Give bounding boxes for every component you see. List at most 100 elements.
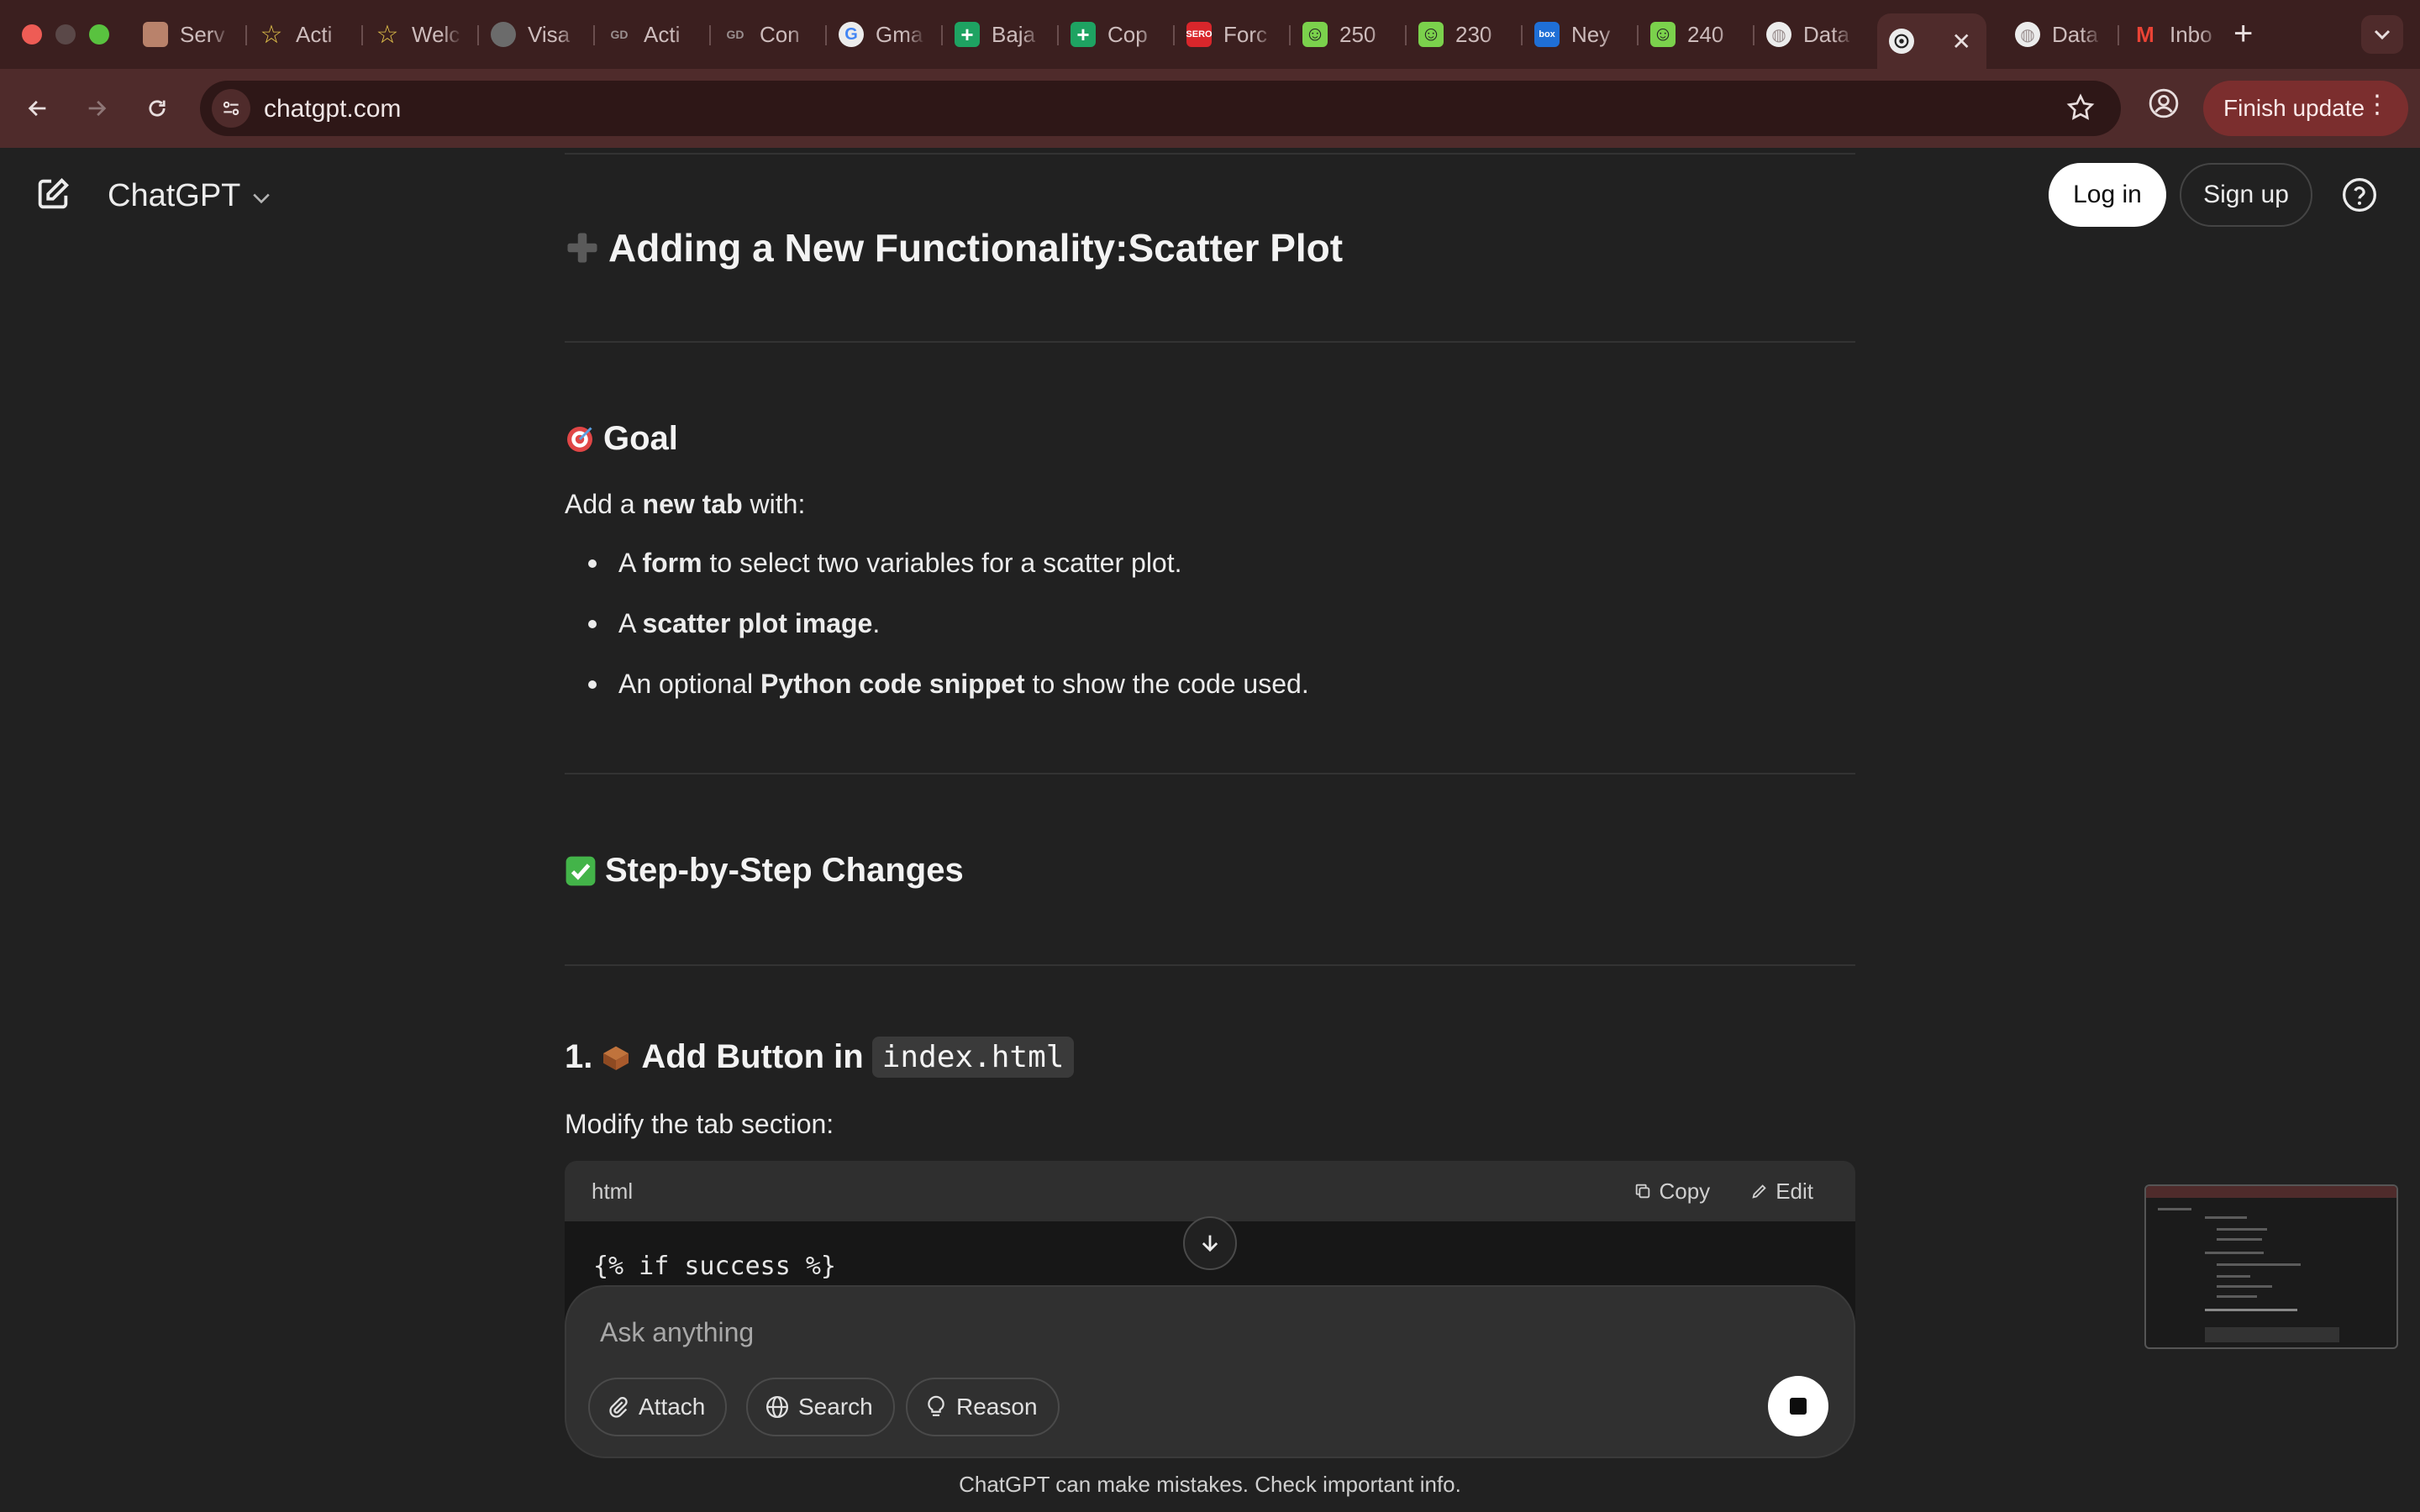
smiley-icon: ☺ <box>1650 22 1676 47</box>
tab-search-button[interactable] <box>2361 15 2403 54</box>
text: to show the code used. <box>1024 669 1309 699</box>
browser-tab[interactable]: M Inbo <box>2121 13 2237 55</box>
browser-tab[interactable]: Visa <box>479 13 595 55</box>
prompt-input[interactable]: Ask anything <box>600 1317 754 1348</box>
bold-text: scatter plot image <box>642 608 873 638</box>
model-selector[interactable]: ChatGPT <box>108 178 271 214</box>
thumbnail-line <box>2217 1238 2262 1241</box>
thumbnail-line <box>2205 1216 2247 1219</box>
reload-icon <box>149 100 166 117</box>
thumbnail-tab-strip <box>2146 1186 2396 1198</box>
window-thumbnail[interactable] <box>2144 1184 2398 1349</box>
star-icon: ☆ <box>260 20 283 49</box>
doc-icon <box>143 22 168 47</box>
attach-button[interactable]: Attach <box>588 1378 728 1436</box>
section-heading-text: Adding a New Functionality: <box>608 226 1128 270</box>
sign-up-button[interactable]: Sign up <box>2180 163 2312 227</box>
browser-tab[interactable]: ◍ Data <box>1754 13 1870 55</box>
smiley-icon: ☺ <box>1418 22 1444 47</box>
paperclip-icon <box>609 1397 628 1418</box>
step-heading-text: Add Button in <box>641 1038 864 1075</box>
inline-code: index.html <box>871 1037 1075 1078</box>
url-text[interactable]: chatgpt.com <box>264 95 401 123</box>
site-settings-icon[interactable] <box>212 89 250 128</box>
globe-icon: ◍ <box>1766 22 1791 47</box>
stop-generating-button[interactable] <box>1768 1376 1828 1436</box>
scroll-to-bottom-button[interactable] <box>1183 1216 1237 1270</box>
browser-tab[interactable]: ◍ Data <box>2003 13 2119 55</box>
divider <box>565 341 1855 343</box>
browser-tab-label: Welc <box>412 21 460 47</box>
bookmark-star-icon[interactable] <box>2065 92 2096 127</box>
browser-tab-label: Inbo <box>2170 21 2212 47</box>
browser-tab-strip: Serv ☆ Acti ☆ Welc Visa GD Acti GD Con G Gma + Baja + C… <box>0 0 2420 69</box>
goal-heading-text: Goal <box>603 420 678 457</box>
text: A <box>618 548 643 578</box>
browser-tab-label: Cop <box>1107 21 1148 47</box>
browser-tab-label: Forc <box>1223 21 1267 47</box>
text: Add a <box>565 489 643 519</box>
arrow-left-icon <box>28 100 46 117</box>
pencil-icon <box>1752 1184 1766 1199</box>
goal-heading: Goal <box>565 420 678 458</box>
window-minimize-button[interactable] <box>55 24 76 45</box>
browser-tab[interactable]: box Ney <box>1523 13 1639 55</box>
thumbnail-line <box>2158 1208 2191 1210</box>
divider <box>565 153 1855 155</box>
browser-tab[interactable]: + Cop <box>1059 13 1175 55</box>
browser-tab[interactable]: GD Con <box>711 13 827 55</box>
profile-icon[interactable] <box>2148 87 2180 123</box>
browser-tab[interactable]: GD Acti <box>595 13 711 55</box>
browser-tab-active[interactable]: ✕ <box>1877 13 1986 69</box>
window-zoom-button[interactable] <box>89 24 109 45</box>
divider <box>565 964 1855 966</box>
plus-icon <box>565 230 600 265</box>
finish-update-button[interactable]: Finish update ⋮ <box>2203 81 2408 136</box>
brand-label: ChatGPT <box>108 178 241 213</box>
back-button[interactable] <box>18 89 57 128</box>
lightbulb-icon <box>928 1395 944 1416</box>
search-label: Search <box>798 1394 873 1420</box>
browser-tab-label: Baja <box>992 21 1036 47</box>
new-tab-button[interactable]: + <box>2233 15 2253 53</box>
copy-code-button[interactable]: Copy <box>1634 1179 1710 1205</box>
reload-button[interactable] <box>138 89 176 128</box>
edit-label: Edit <box>1776 1178 1813 1204</box>
new-chat-icon[interactable] <box>34 175 72 218</box>
smiley-icon: ☺ <box>1302 22 1328 47</box>
steps-heading-text: Step-by-Step Changes <box>605 852 964 889</box>
help-icon[interactable] <box>2341 176 2378 218</box>
bold-text: new tab <box>642 489 743 519</box>
google-icon: G <box>839 22 864 47</box>
browser-tab[interactable]: G Gma <box>827 13 943 55</box>
bold-text: Python code snippet <box>760 669 1025 699</box>
openai-icon <box>1889 29 1914 54</box>
browser-tab[interactable]: ☆ Acti <box>247 13 363 55</box>
browser-tab-label: Gma <box>876 21 923 47</box>
reason-button[interactable]: Reason <box>906 1378 1060 1436</box>
target-icon <box>565 424 595 454</box>
tab-separator <box>2118 25 2119 45</box>
browser-tab[interactable]: Serv <box>131 13 247 55</box>
address-bar[interactable]: chatgpt.com <box>200 81 2121 136</box>
browser-tab[interactable]: SERO Forc <box>1175 13 1291 55</box>
browser-tab-label: Data <box>2052 21 2098 47</box>
close-tab-icon[interactable]: ✕ <box>1952 28 1971 55</box>
list-item: A scatter plot image. <box>587 608 880 639</box>
edit-code-button[interactable]: Edit <box>1750 1179 1813 1205</box>
browser-tab[interactable]: ☺ 240 <box>1639 13 1754 55</box>
gmail-icon: M <box>2136 21 2154 47</box>
search-button[interactable]: Search <box>746 1378 895 1436</box>
log-in-button[interactable]: Log in <box>2049 163 2166 227</box>
forward-button[interactable] <box>77 89 116 128</box>
browser-tab-label: 250 <box>1339 21 1376 47</box>
thumbnail-line <box>2217 1285 2272 1288</box>
browser-tab[interactable]: + Baja <box>943 13 1059 55</box>
globe-icon: ◍ <box>2015 22 2040 47</box>
window-close-button[interactable] <box>22 24 42 45</box>
browser-tab[interactable]: ☺ 250 <box>1291 13 1407 55</box>
browser-tab[interactable]: ☆ Welc <box>363 13 479 55</box>
text: to select two variables for a scatter pl… <box>702 548 1182 578</box>
arrow-right-icon <box>88 100 107 117</box>
browser-tab[interactable]: ☺ 230 <box>1407 13 1523 55</box>
